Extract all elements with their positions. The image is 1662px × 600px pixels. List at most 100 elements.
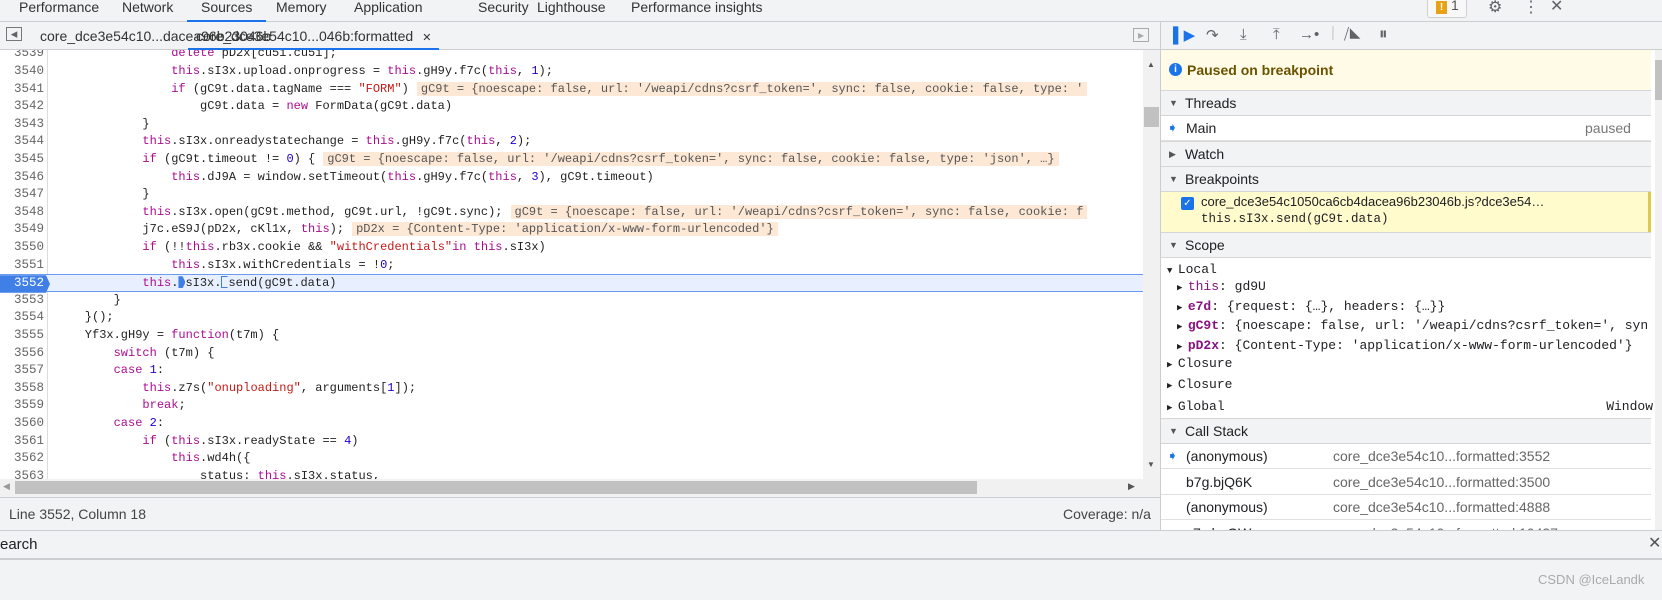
- line-number[interactable]: 3543: [0, 116, 44, 134]
- close-tab-icon[interactable]: ✕: [419, 32, 431, 44]
- coverage-status[interactable]: Coverage: n/a: [1063, 506, 1151, 522]
- resume-icon[interactable]: ▌▶: [1173, 26, 1195, 44]
- code-line[interactable]: 3540 this.sI3x.upload.onprogress = this.…: [0, 63, 1143, 81]
- code-editor[interactable]: 3539 delete pD2x[cu5i.cu5i]; 3540 this.sI…: [0, 50, 1143, 479]
- code-line[interactable]: 3556 switch (t7m) {: [0, 345, 1143, 363]
- code-line[interactable]: 3563 status: this.sI3x.status,: [0, 468, 1143, 479]
- code-line[interactable]: 3543 }: [0, 116, 1143, 134]
- code-line[interactable]: 3555 Yf3x.gH9y = function(t7m) {: [0, 327, 1143, 345]
- file-tab[interactable]: core_dce3e54c10...046b:formatted ✕: [188, 22, 440, 50]
- code-line[interactable]: 3542 gC9t.data = new FormData(gC9t.data): [0, 98, 1143, 116]
- line-number[interactable]: 3539: [0, 50, 44, 63]
- line-number[interactable]: 3553: [0, 292, 44, 310]
- panel-tab-lighthouse[interactable]: Lighthouse: [537, 0, 606, 22]
- code-line[interactable]: 3541 if (gC9t.data.tagName === "FORM") gC…: [0, 81, 1143, 99]
- scope-variable[interactable]: ▶ e7d: {request: {…}, headers: {…}}: [1177, 299, 1647, 314]
- scope-variable[interactable]: ▶ pD2x: {Content-Type: 'application/x-ww…: [1177, 338, 1647, 353]
- scrollbar-thumb[interactable]: [1655, 60, 1662, 100]
- watch-section-header[interactable]: ▶ Watch: [1161, 141, 1651, 167]
- code-line[interactable]: 3547 }: [0, 186, 1143, 204]
- code-line[interactable]: 3548 this.sI3x.open(gC9t.method, gC9t.ur…: [0, 204, 1143, 222]
- line-number[interactable]: 3542: [0, 98, 44, 116]
- step-over-icon[interactable]: ↷: [1206, 26, 1219, 44]
- panel-tab-network[interactable]: Network: [122, 0, 173, 22]
- code-line[interactable]: 3554 }();: [0, 309, 1143, 327]
- editor-horizontal-scrollbar[interactable]: ◀ ▶: [0, 479, 1160, 496]
- call-frame[interactable]: z7s.bnQW core_dce3e54c10...formatted:1043…: [1161, 520, 1651, 531]
- scrollbar-thumb[interactable]: [1144, 107, 1159, 127]
- frame-location[interactable]: core_dce3e54c10...formatted:3500: [1333, 470, 1550, 494]
- step-icon[interactable]: →•: [1299, 26, 1319, 43]
- line-number[interactable]: 3556: [0, 345, 44, 363]
- code-line[interactable]: 3546 this.dJ9A = window.setTimeout(this.…: [0, 169, 1143, 187]
- line-number[interactable]: 3557: [0, 362, 44, 380]
- sidebar-scrollbar[interactable]: [1655, 50, 1662, 530]
- editor-vertical-scrollbar[interactable]: ▲ ▼: [1143, 50, 1160, 479]
- call-frame[interactable]: b7g.bjQ6K core_dce3e54c10...formatted:350…: [1161, 469, 1651, 495]
- threads-section-header[interactable]: ▼ Threads: [1161, 90, 1651, 116]
- frame-location[interactable]: core_dce3e54c10...formatted:4888: [1333, 495, 1550, 519]
- line-number[interactable]: 3541: [0, 81, 44, 99]
- scope-variable[interactable]: ▶ gC9t: {noescape: false, url: '/weapi/c…: [1177, 318, 1647, 333]
- line-number[interactable]: 3552: [0, 275, 50, 293]
- code-line[interactable]: 3549 j7c.eS9J(pD2x, cKl1x, this); pD2x = …: [0, 221, 1143, 239]
- code-line[interactable]: 3557 case 1:: [0, 362, 1143, 380]
- panel-tab-memory[interactable]: Memory: [276, 0, 327, 22]
- line-number[interactable]: 3550: [0, 239, 44, 257]
- code-line[interactable]: 3539 delete pD2x[cu5i.cu5i];: [0, 50, 1143, 63]
- scope-variable[interactable]: ▶ this: gd9U: [1177, 279, 1647, 294]
- toggle-navigator-icon[interactable]: ◂: [6, 27, 22, 41]
- line-number[interactable]: 3546: [0, 169, 44, 187]
- scope-closure[interactable]: ▶ Closure: [1167, 377, 1232, 392]
- line-number[interactable]: 3558: [0, 380, 44, 398]
- pause-on-exceptions-icon[interactable]: ⏸: [1379, 24, 1388, 44]
- close-drawer-icon[interactable]: ✕: [1648, 533, 1661, 553]
- scroll-left-icon[interactable]: ◀: [3, 481, 10, 492]
- line-number[interactable]: 3560: [0, 415, 44, 433]
- issues-button[interactable]: ! 1: [1427, 0, 1467, 18]
- step-out-icon[interactable]: ⤒: [1273, 26, 1280, 43]
- frame-location[interactable]: core_dce3e54c10...formatted:3552: [1333, 444, 1550, 468]
- line-number[interactable]: 3540: [0, 63, 44, 81]
- line-number[interactable]: 3562: [0, 450, 44, 468]
- line-number[interactable]: 3548: [0, 204, 44, 222]
- scroll-down-icon[interactable]: ▼: [1147, 460, 1155, 469]
- panel-tab-security[interactable]: Security: [478, 0, 529, 22]
- code-line[interactable]: 3545 if (gC9t.timeout != 0) {gC9t = {noe…: [0, 151, 1143, 169]
- scope-closure[interactable]: ▶ Closure: [1167, 356, 1232, 371]
- scroll-right-icon[interactable]: ▶: [1128, 481, 1135, 492]
- line-number[interactable]: 3551: [0, 257, 44, 275]
- line-number[interactable]: 3554: [0, 309, 44, 327]
- code-line[interactable]: 3551 this.sI3x.withCredentials = !0;: [0, 257, 1143, 275]
- scrollbar-thumb[interactable]: [15, 481, 977, 494]
- call-stack-section-header[interactable]: ▼ Call Stack: [1161, 418, 1651, 444]
- panel-tab-sources[interactable]: Sources: [187, 0, 267, 22]
- call-frame[interactable]: (anonymous) core_dce3e54c10...formatted:4…: [1161, 495, 1651, 520]
- breakpoints-section-header[interactable]: ▼ Breakpoints: [1161, 166, 1651, 192]
- code-line[interactable]: 3550 if (!!this.rb3x.cookie && "withCred…: [0, 239, 1143, 257]
- drawer-tab-search[interactable]: earch: [0, 536, 38, 553]
- code-line[interactable]: 3562 this.wd4h({: [0, 450, 1143, 468]
- line-number[interactable]: 3549: [0, 221, 44, 239]
- scope-local[interactable]: ▼ Local: [1167, 262, 1217, 277]
- line-number[interactable]: 3544: [0, 133, 44, 151]
- code-line[interactable]: 3553 }: [0, 292, 1143, 310]
- toggle-debugger-icon[interactable]: ▸: [1133, 28, 1149, 42]
- scope-section-header[interactable]: ▼ Scope: [1161, 232, 1651, 258]
- thread-main[interactable]: ➧ Main paused: [1161, 116, 1651, 141]
- panel-tab-application[interactable]: Application: [354, 0, 423, 22]
- close-devtools-icon[interactable]: ✕: [1550, 0, 1563, 16]
- breakpoint-checkbox[interactable]: ✓: [1181, 197, 1194, 210]
- code-line[interactable]: 3558 this.z7s("onuploading", arguments[1…: [0, 380, 1143, 398]
- gear-icon[interactable]: ⚙: [1488, 0, 1502, 17]
- code-line[interactable]: 3560 case 2:: [0, 415, 1143, 433]
- line-number[interactable]: 3561: [0, 433, 44, 451]
- line-number[interactable]: 3555: [0, 327, 44, 345]
- breakpoint-item[interactable]: ✓ core_dce3e54c1050ca6cb4dacea96b23046b.…: [1161, 192, 1651, 233]
- code-line[interactable]: 3561 if (this.sI3x.readyState == 4): [0, 433, 1143, 451]
- line-number[interactable]: 3559: [0, 397, 44, 415]
- deactivate-breakpoints-icon[interactable]: ⧸◣: [1344, 26, 1361, 43]
- panel-tab-performance[interactable]: Performance: [19, 0, 99, 22]
- frame-location[interactable]: core_dce3e54c10...formatted:10437: [1333, 521, 1558, 531]
- scope-global[interactable]: ▶ Global Window: [1167, 399, 1653, 414]
